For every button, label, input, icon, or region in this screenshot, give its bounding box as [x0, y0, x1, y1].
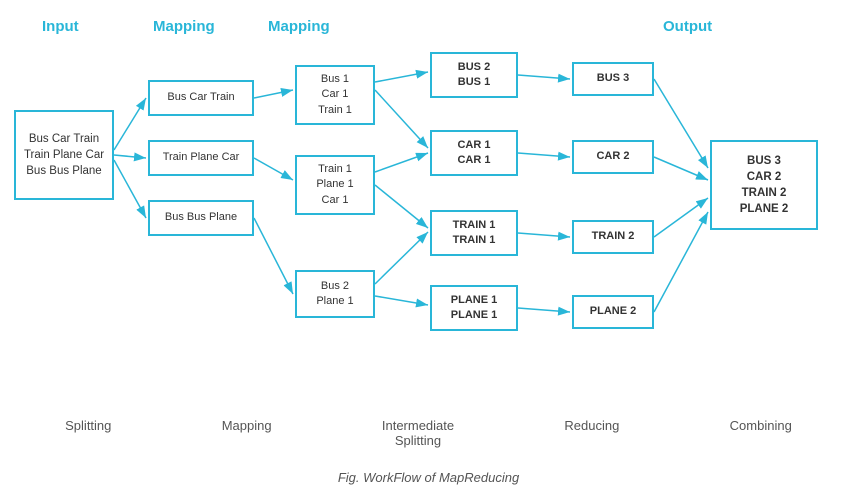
label-splitting: Splitting [65, 418, 111, 448]
label-reducing: Reducing [564, 418, 619, 448]
label-output: Output [663, 18, 712, 35]
label-mapping-bottom: Mapping [222, 418, 272, 448]
split-box-3: Bus Bus Plane [148, 200, 254, 236]
split-box-1: Bus Car Train [148, 80, 254, 116]
label-mapping-top: Mapping [153, 18, 215, 35]
inter-box-4: PLANE 1 PLANE 1 [430, 285, 518, 331]
label-intermediate: IntermediateSplitting [382, 418, 454, 448]
input-box: Bus Car Train Train Plane Car Bus Bus Pl… [14, 110, 114, 200]
inter-box-2: CAR 1 CAR 1 [430, 130, 518, 176]
label-input: Input [42, 18, 79, 35]
output-box: BUS 3 CAR 2 TRAIN 2 PLANE 2 [710, 140, 818, 230]
split-box-2: Train Plane Car [148, 140, 254, 176]
reduce-box-2: CAR 2 [572, 140, 654, 174]
reduce-box-4: PLANE 2 [572, 295, 654, 329]
reduce-box-3: TRAIN 2 [572, 220, 654, 254]
inter-box-1: BUS 2 BUS 1 [430, 52, 518, 98]
label-combining: Combining [730, 418, 792, 448]
bottom-labels: Splitting Mapping IntermediateSplitting … [0, 418, 857, 448]
diagram-container: Input Mapping Mapping Output Bus Car Tra… [0, 0, 857, 440]
map-box-2: Train 1 Plane 1 Car 1 [295, 155, 375, 215]
map-box-1: Bus 1 Car 1 Train 1 [295, 65, 375, 125]
figure-caption: Fig. WorkFlow of MapReducing [0, 470, 857, 485]
map-box-3: Bus 2 Plane 1 [295, 270, 375, 318]
inter-box-3: TRAIN 1 TRAIN 1 [430, 210, 518, 256]
label-mapping: Mapping [268, 18, 330, 35]
reduce-box-1: BUS 3 [572, 62, 654, 96]
